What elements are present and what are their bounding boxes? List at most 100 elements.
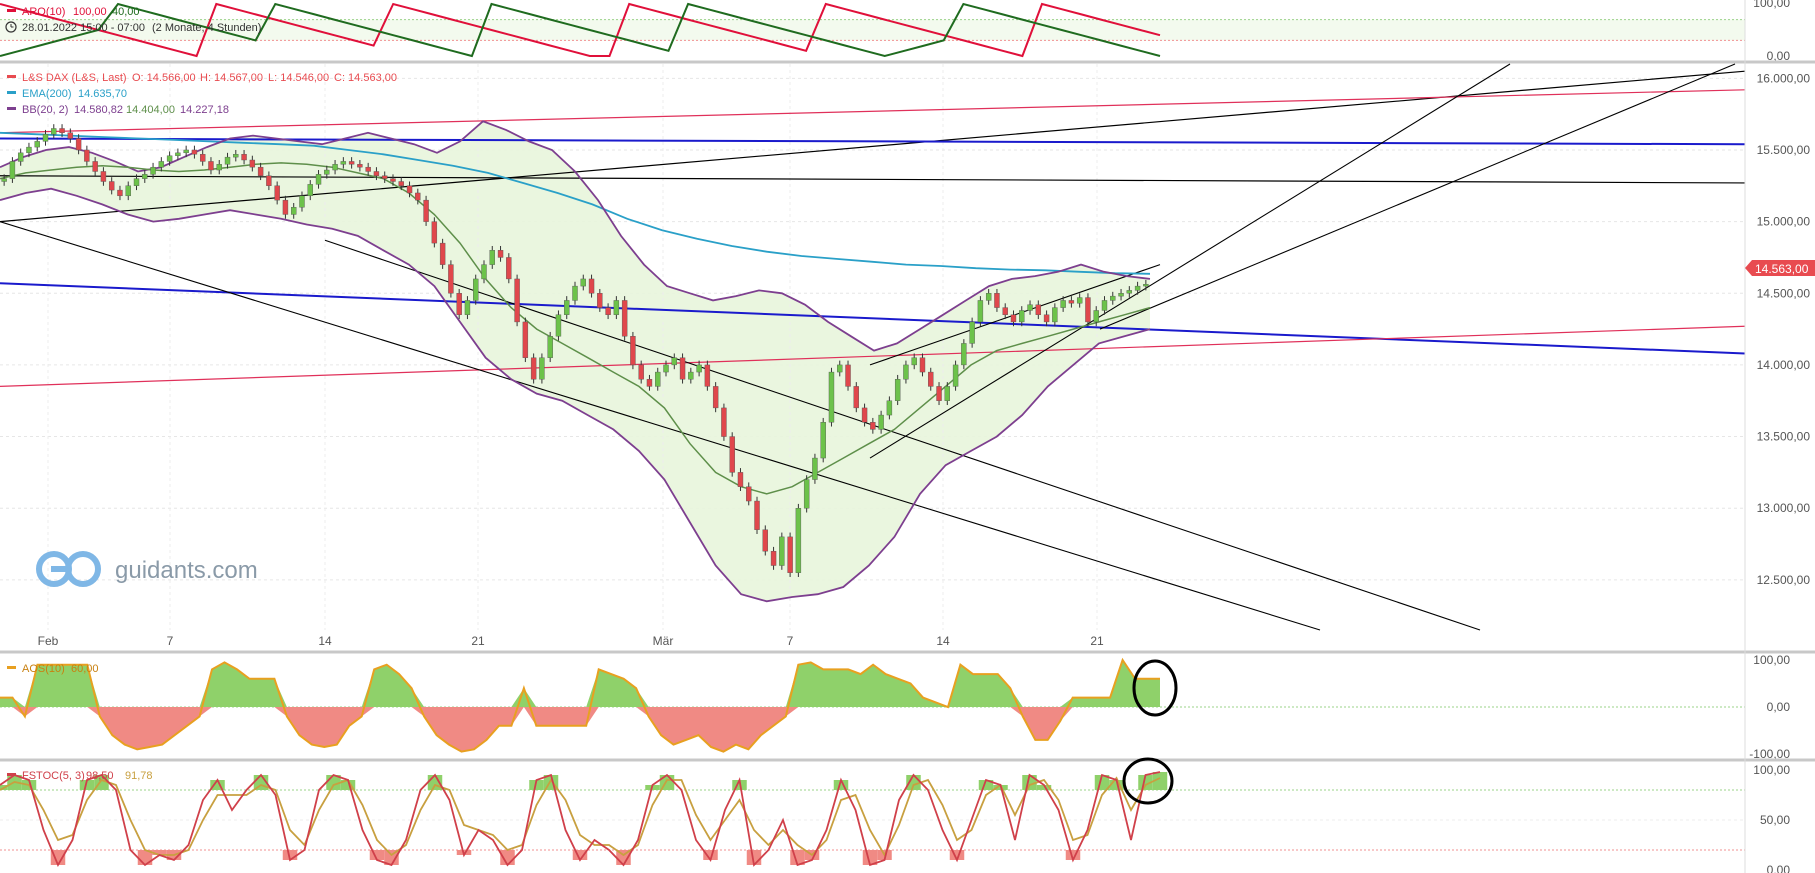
candle-body bbox=[249, 159, 256, 168]
candle-body bbox=[497, 250, 504, 258]
candle-body bbox=[26, 146, 32, 154]
price-legend-low: L: 14.546,00 bbox=[268, 72, 329, 84]
candle-body bbox=[291, 207, 297, 215]
candle-body bbox=[547, 336, 553, 358]
y-tick-label: 16.000,00 bbox=[1757, 71, 1811, 85]
candle-body bbox=[928, 371, 934, 387]
candle-body bbox=[1027, 304, 1033, 311]
candle-body bbox=[746, 486, 752, 502]
aos-legend-label: AOS(10) bbox=[22, 663, 65, 675]
y-tick-label: 12.500,00 bbox=[1757, 573, 1811, 587]
candle-body bbox=[464, 300, 471, 315]
candle-body bbox=[944, 386, 951, 401]
candle-body bbox=[605, 307, 611, 315]
candle-body bbox=[473, 278, 479, 301]
aos-legend-swatch bbox=[7, 666, 16, 669]
x-tick-label: 21 bbox=[471, 634, 485, 648]
candle-body bbox=[696, 364, 702, 373]
candle-body bbox=[299, 195, 305, 208]
candle-body bbox=[382, 175, 388, 179]
candle-body bbox=[142, 174, 148, 179]
candle-body bbox=[837, 364, 843, 373]
watermark: guidants.com bbox=[115, 557, 258, 584]
aos-panel: 100,000,00-100,00 bbox=[0, 653, 1790, 761]
candle-body bbox=[787, 536, 793, 573]
candle-body bbox=[712, 386, 719, 409]
candle-body bbox=[456, 293, 462, 315]
candle-body bbox=[985, 293, 992, 301]
candle-body bbox=[158, 161, 165, 168]
x-tick-label: 14 bbox=[936, 634, 950, 648]
candle-body bbox=[1093, 310, 1099, 323]
candle-body bbox=[84, 149, 90, 162]
candle-body bbox=[894, 379, 901, 401]
bb-legend-lower: 14.227,18 bbox=[180, 104, 229, 116]
candle-body bbox=[977, 300, 984, 323]
candle-body bbox=[878, 414, 884, 430]
candle-body bbox=[481, 264, 487, 280]
x-tick-label: 21 bbox=[1090, 634, 1104, 648]
candle-body bbox=[1076, 297, 1083, 304]
candle-body bbox=[257, 166, 264, 176]
candle-body bbox=[51, 128, 57, 135]
candle-body bbox=[75, 138, 82, 151]
fstoc-legend-swatch bbox=[7, 773, 16, 776]
candle-body bbox=[870, 422, 876, 430]
candle-body bbox=[34, 141, 40, 148]
candle-body bbox=[994, 293, 1000, 308]
ema-legend-value: 14.635,70 bbox=[78, 88, 127, 100]
candle-body bbox=[1143, 284, 1149, 287]
x-tick-label: 7 bbox=[167, 634, 174, 648]
candle-body bbox=[216, 164, 222, 171]
candle-body bbox=[572, 285, 578, 301]
candle-body bbox=[365, 166, 371, 172]
bb-legend-middle: 14.404,00 bbox=[126, 104, 175, 116]
fstoc-legend-k: 98,50 bbox=[86, 770, 114, 782]
candle-body bbox=[307, 184, 313, 197]
x-tick-label: 7 bbox=[787, 634, 794, 648]
candle-body bbox=[646, 379, 653, 387]
candle-body bbox=[737, 472, 744, 487]
candle-body bbox=[274, 185, 280, 201]
candle-body bbox=[9, 161, 16, 179]
candle-body bbox=[630, 336, 636, 366]
candle-body bbox=[423, 199, 429, 222]
candle-body bbox=[1035, 304, 1042, 315]
fstoc-legend: FSTOC(5, 3) 98,50 91,78 bbox=[7, 770, 153, 782]
candle-body bbox=[828, 371, 835, 423]
candle-body bbox=[373, 171, 380, 176]
candle-body bbox=[679, 357, 686, 380]
candle-body bbox=[133, 178, 140, 186]
candle-body bbox=[671, 357, 677, 366]
candle-body bbox=[1118, 293, 1124, 297]
candle-body bbox=[812, 457, 818, 480]
candle-body bbox=[1043, 314, 1050, 323]
candle-body bbox=[224, 156, 231, 165]
aro-legend-value-down: 40,00 bbox=[112, 6, 140, 18]
candle-body bbox=[448, 264, 454, 294]
candle-body bbox=[125, 185, 131, 197]
candle-body bbox=[588, 278, 595, 294]
candle-body bbox=[762, 529, 768, 552]
price-legend-swatch bbox=[7, 75, 16, 78]
aos-legend-value: 60,00 bbox=[71, 663, 99, 675]
candle-body bbox=[233, 154, 239, 158]
price-legend-close: C: 14.563,00 bbox=[334, 72, 397, 84]
aro-legend-label: ARO(10) bbox=[22, 6, 65, 18]
candle-body bbox=[638, 364, 644, 380]
y-tick-label: 14.500,00 bbox=[1757, 286, 1811, 300]
candle-body bbox=[357, 164, 363, 168]
candle-body bbox=[439, 242, 446, 265]
candle-body bbox=[621, 300, 628, 337]
candle-body bbox=[530, 357, 537, 380]
candle-body bbox=[555, 314, 562, 337]
price-tag: 14.563,00 bbox=[1745, 260, 1815, 276]
y-tick-label: 13.500,00 bbox=[1757, 430, 1811, 444]
aos-axis-label: 100,00 bbox=[1753, 653, 1790, 667]
candle-body bbox=[564, 300, 570, 315]
y-tick-label: 14.000,00 bbox=[1757, 358, 1811, 372]
x-tick-label: 14 bbox=[318, 634, 332, 648]
candle-body bbox=[952, 364, 959, 387]
candle-body bbox=[1010, 314, 1017, 323]
chart-canvas[interactable]: 100,000,00 16.000,0015.500,0015.000,0014… bbox=[0, 0, 1815, 873]
